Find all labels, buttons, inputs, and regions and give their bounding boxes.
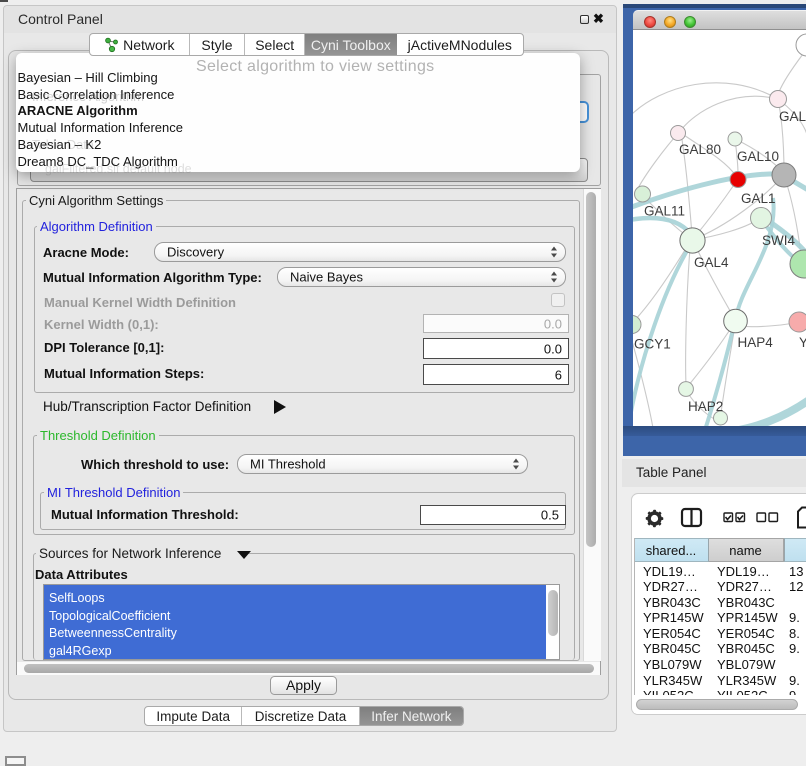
svg-text:GAL80: GAL80 bbox=[679, 142, 721, 157]
svg-text:GAL2: GAL2 bbox=[779, 109, 806, 124]
svg-text:HAP2: HAP2 bbox=[688, 399, 723, 414]
svg-text:GCY1: GCY1 bbox=[634, 337, 671, 352]
svg-text:HAP4: HAP4 bbox=[738, 335, 774, 350]
svg-text:SWI4: SWI4 bbox=[762, 233, 795, 248]
svg-text:GAL4: GAL4 bbox=[694, 255, 729, 270]
svg-text:GAL1: GAL1 bbox=[741, 191, 776, 206]
svg-text:YM: YM bbox=[799, 335, 806, 350]
svg-text:GAL11: GAL11 bbox=[644, 204, 685, 219]
svg-text:GAL10: GAL10 bbox=[737, 149, 779, 164]
